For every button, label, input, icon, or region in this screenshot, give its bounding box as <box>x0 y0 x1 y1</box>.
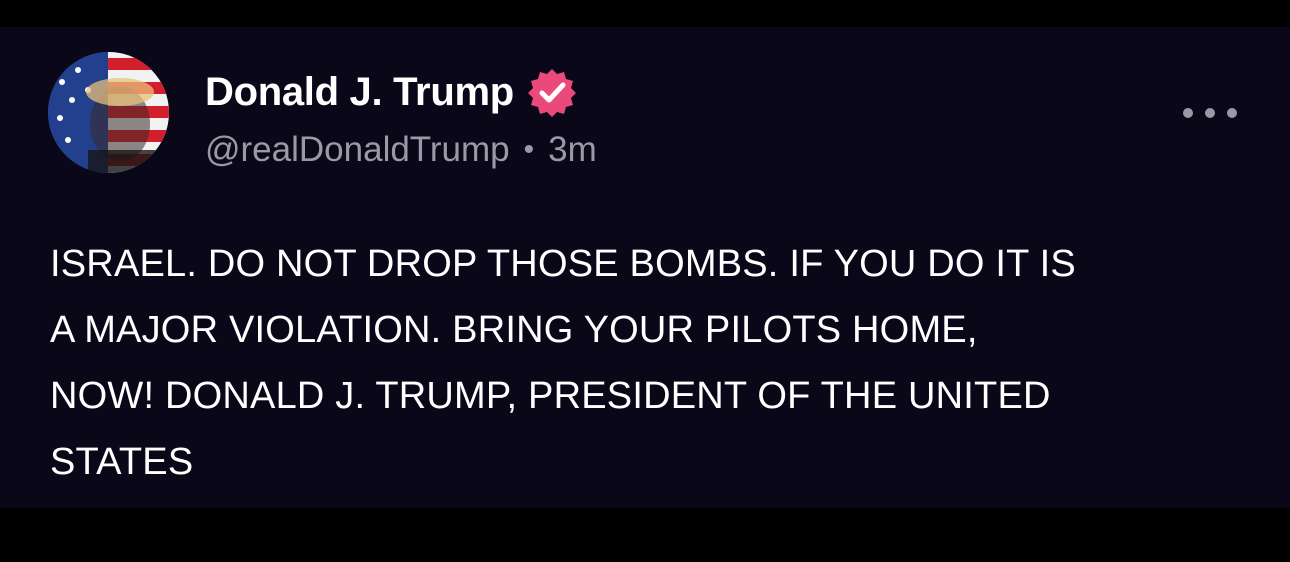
author-display-name[interactable]: Donald J. Trump <box>205 70 514 115</box>
author-meta-row: @realDonaldTrump • 3m <box>205 127 597 173</box>
author-handle[interactable]: @realDonaldTrump <box>205 130 510 170</box>
post-body-line: STATES <box>50 441 194 483</box>
post-card: Donald J. Trump @realDonaldTrump • 3m IS… <box>0 27 1290 508</box>
verified-badge-icon <box>526 66 578 118</box>
avatar-image <box>48 52 169 173</box>
more-dot <box>1205 108 1215 118</box>
more-options-icon[interactable] <box>1183 99 1237 127</box>
post-body-line: ISRAEL. DO NOT DROP THOSE BOMBS. IF YOU … <box>50 243 1076 285</box>
more-dot <box>1227 108 1237 118</box>
post-body-line: A MAJOR VIOLATION. BRING YOUR PILOTS HOM… <box>50 309 978 351</box>
author-name-row: Donald J. Trump <box>205 67 578 117</box>
avatar[interactable] <box>48 52 169 173</box>
post-body-line: NOW! DONALD J. TRUMP, PRESIDENT OF THE U… <box>50 375 1051 417</box>
post-timestamp[interactable]: 3m <box>548 130 597 170</box>
screenshot-frame: Donald J. Trump @realDonaldTrump • 3m IS… <box>0 0 1290 562</box>
post-body: ISRAEL. DO NOT DROP THOSE BOMBS. IF YOU … <box>50 231 1260 495</box>
more-dot <box>1183 108 1193 118</box>
meta-separator: • <box>523 133 535 166</box>
